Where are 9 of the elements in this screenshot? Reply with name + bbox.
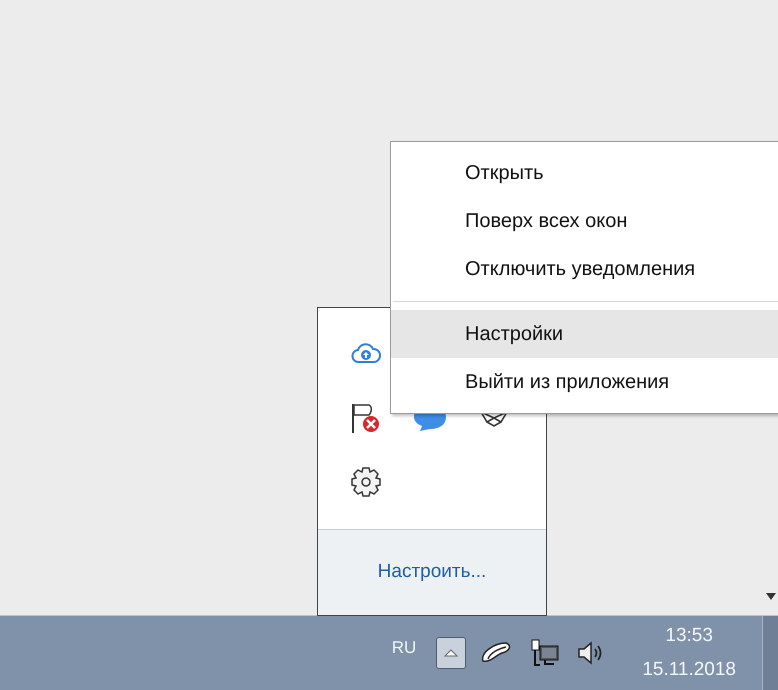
gear-icon[interactable]	[350, 466, 382, 498]
menu-item[interactable]: Настройки	[391, 310, 778, 358]
cloud-upload-icon[interactable]	[351, 342, 381, 366]
mouse-icon[interactable]	[480, 641, 512, 665]
show-hidden-icons-button[interactable]	[436, 637, 466, 669]
network-icon[interactable]	[530, 638, 560, 668]
scroll-down-arrow-icon[interactable]	[766, 593, 776, 600]
customize-link[interactable]: Настроить...	[378, 558, 486, 587]
caret-up-icon	[444, 649, 458, 657]
